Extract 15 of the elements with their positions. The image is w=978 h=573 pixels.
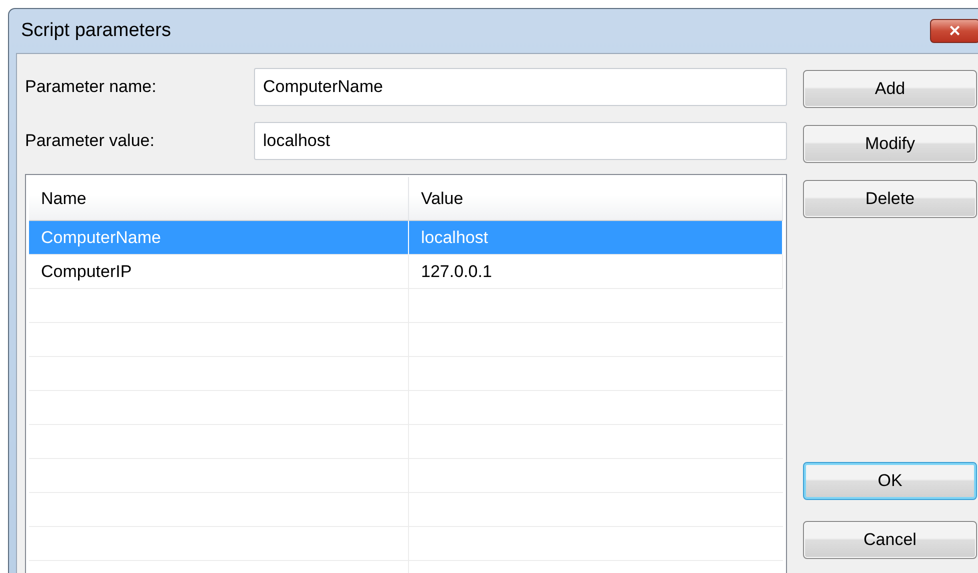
add-button[interactable]: Add — [803, 70, 977, 108]
delete-button[interactable]: Delete — [803, 180, 977, 218]
cancel-button[interactable]: Cancel — [803, 521, 977, 559]
input-field[interactable]: ComputerName — [254, 68, 787, 106]
table-cell[interactable]: 127.0.0.1 — [409, 255, 783, 289]
modify-button[interactable]: Modify — [803, 125, 977, 163]
close-button[interactable]: ✕ — [930, 19, 978, 43]
field-label: Parameter name: — [25, 77, 158, 97]
input-field[interactable]: localhost — [254, 122, 787, 160]
table-cell[interactable]: ComputerIP — [29, 255, 409, 289]
column-header[interactable]: Value — [409, 177, 783, 221]
window-title: Script parameters — [21, 20, 171, 42]
column-header[interactable]: Name — [29, 177, 409, 221]
field-label: Parameter value: — [25, 131, 156, 151]
ok-button[interactable]: OK — [803, 462, 977, 500]
